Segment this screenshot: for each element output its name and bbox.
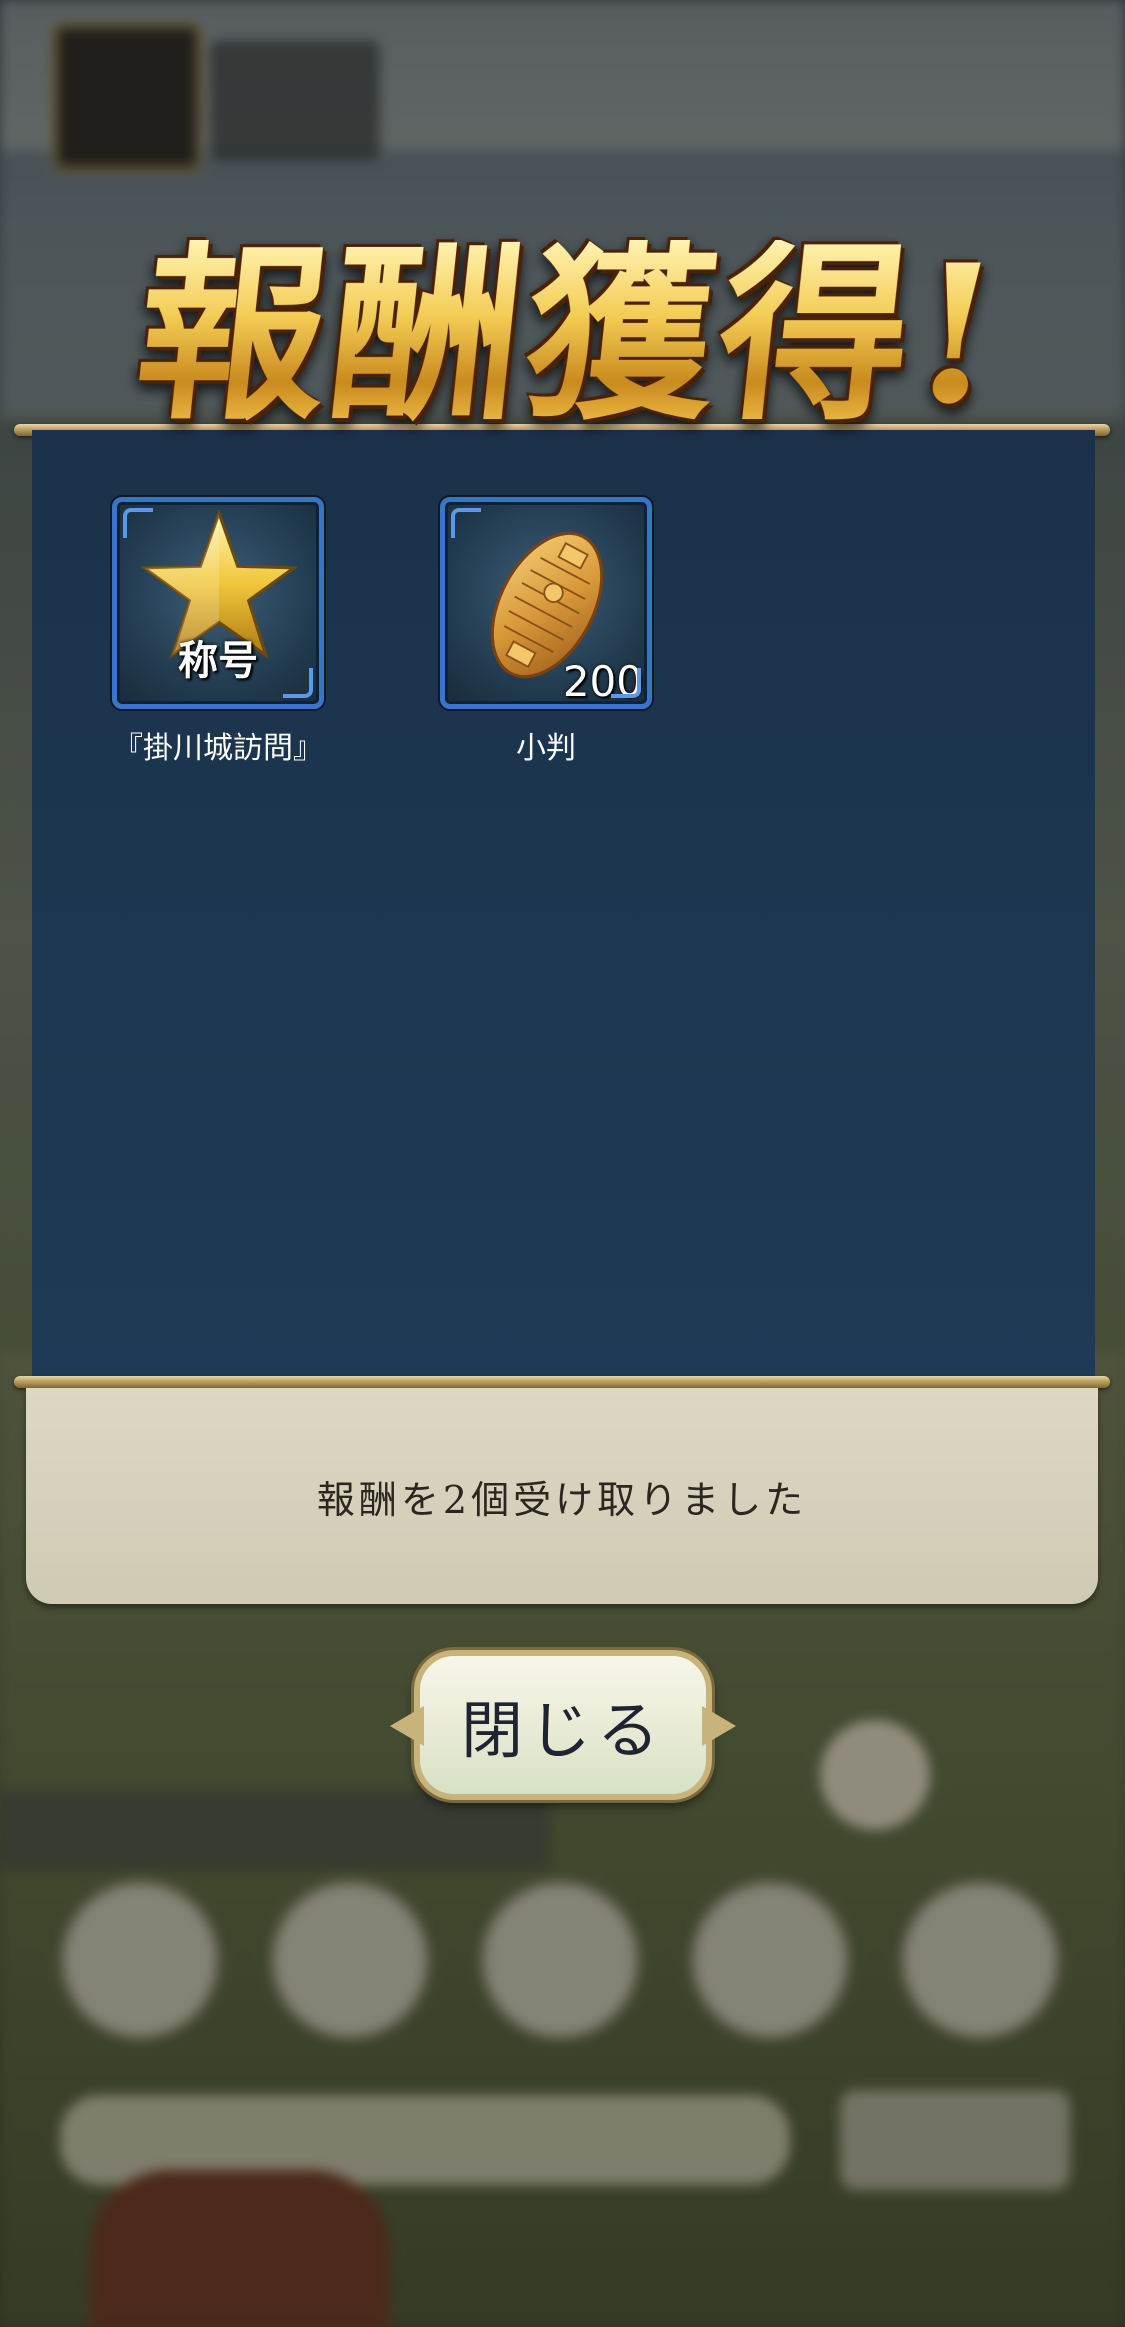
reward-quantity: 200 xyxy=(562,657,643,706)
scroll-rod-bottom xyxy=(14,1376,1110,1388)
reward-item-koban[interactable]: 200 小判 xyxy=(440,497,652,767)
reward-item-title[interactable]: 称号 『掛川城訪問』 xyxy=(112,497,324,767)
reward-title: 報酬獲得! xyxy=(120,205,1020,465)
title-badge-text: 称号 xyxy=(178,637,258,684)
reward-message-box: 報酬を2個受け取りました xyxy=(26,1388,1098,1604)
close-button[interactable]: 閉じる xyxy=(414,1650,712,1800)
close-button-label: 閉じる xyxy=(460,1694,665,1767)
reward-item-label: 小判 xyxy=(516,731,576,766)
reward-title-text: 報酬獲得! xyxy=(126,223,1014,446)
reward-item-frame: 200 xyxy=(440,497,652,709)
reward-item-frame: 称号 xyxy=(112,497,324,709)
reward-message-text: 報酬を2個受け取りました xyxy=(316,1477,808,1522)
reward-item-label: 『掛川城訪問』 xyxy=(113,731,323,766)
